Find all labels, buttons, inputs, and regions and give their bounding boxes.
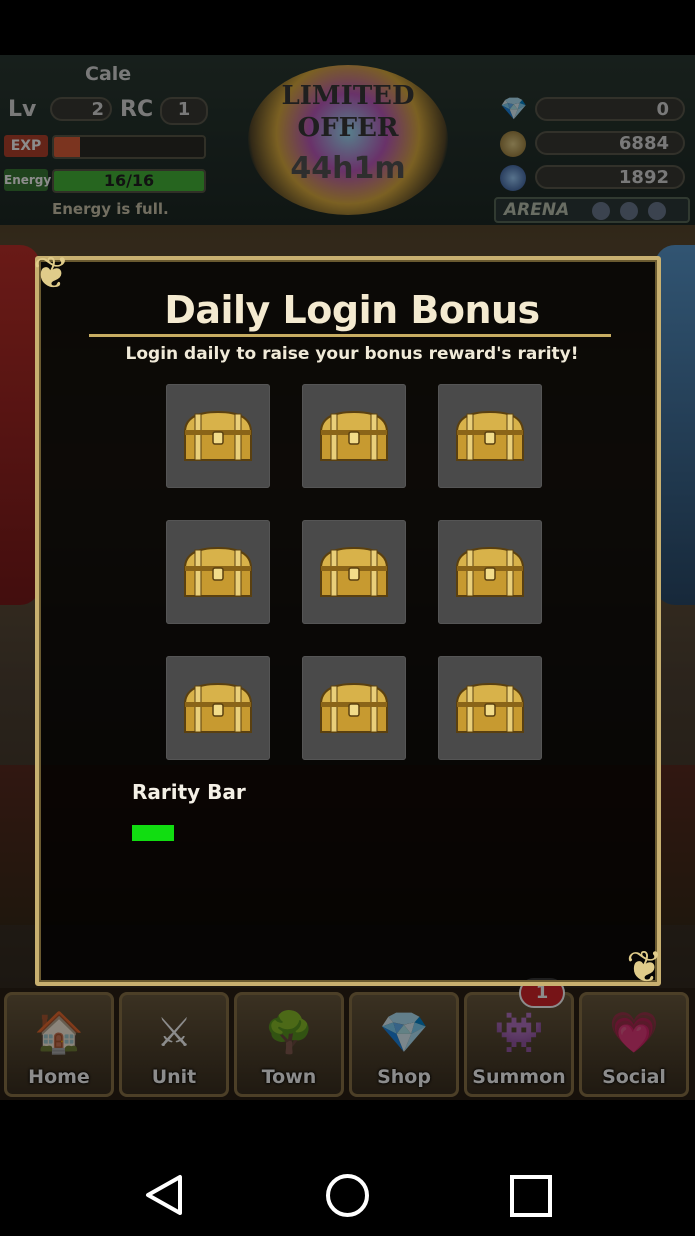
chest-slot xyxy=(302,656,406,760)
treasure-chest-icon xyxy=(455,410,525,461)
home-circle-icon[interactable] xyxy=(325,1173,370,1218)
recents-square-icon[interactable] xyxy=(509,1174,553,1218)
dialog-subtitle: Login daily to raise your bonus reward's… xyxy=(125,344,579,364)
ornament-corner-icon: ❦ xyxy=(626,942,663,993)
treasure-chest-icon xyxy=(455,682,525,733)
chest-slot xyxy=(302,384,406,488)
title-divider xyxy=(89,334,611,337)
treasure-chest-icon xyxy=(319,410,389,461)
system-navigation-bar xyxy=(0,1100,695,1236)
rarity-bar xyxy=(132,825,174,841)
treasure-chest-icon xyxy=(183,546,253,597)
rarity-label: Rarity Bar xyxy=(132,780,246,804)
chest-slot xyxy=(302,520,406,624)
back-icon[interactable] xyxy=(144,1174,184,1216)
chest-slot xyxy=(438,520,542,624)
chest-slot xyxy=(438,656,542,760)
treasure-chest-icon xyxy=(455,546,525,597)
chest-slot xyxy=(166,656,270,760)
chest-slot xyxy=(438,384,542,488)
chest-slot xyxy=(166,384,270,488)
treasure-chest-icon xyxy=(183,410,253,461)
treasure-chest-icon xyxy=(319,546,389,597)
dialog-title: Daily Login Bonus xyxy=(164,288,540,332)
daily-login-dialog: ❦ ❦ Daily Login Bonus Login daily to rai… xyxy=(33,252,663,990)
chest-slot xyxy=(166,520,270,624)
treasure-chest-icon xyxy=(183,682,253,733)
treasure-chest-icon xyxy=(319,682,389,733)
